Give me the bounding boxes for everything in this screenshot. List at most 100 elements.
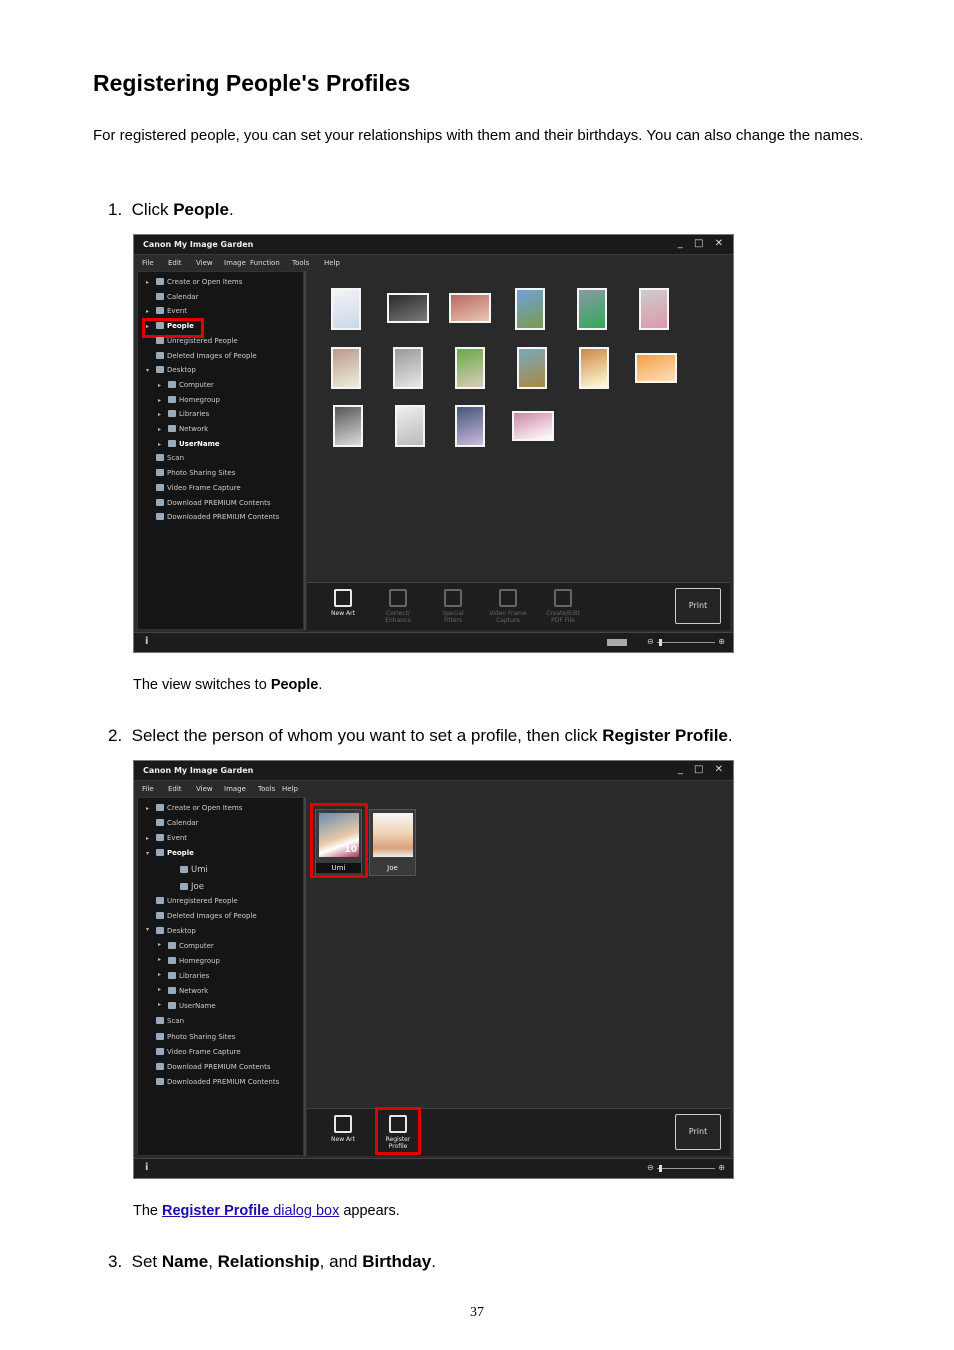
sidebar-item-download-premium-contents[interactable]: Download PREMIUM Contents	[156, 498, 271, 507]
sidebar-item-username[interactable]: UserName	[168, 1002, 216, 1010]
sidebar-item-scan[interactable]: Scan	[156, 454, 184, 462]
expand-arrow-icon[interactable]: ▸	[158, 397, 161, 404]
menu-item-view[interactable]: View	[196, 259, 213, 267]
photo-thumbnail[interactable]	[635, 353, 677, 383]
expand-arrow-icon[interactable]: ▸	[158, 411, 161, 418]
expand-arrow-icon[interactable]: ▸	[158, 956, 161, 963]
menu-item-tools[interactable]: Tools	[292, 259, 309, 267]
sidebar-item-computer[interactable]: Computer	[168, 380, 214, 389]
expand-arrow-icon[interactable]: ▸	[158, 941, 161, 948]
menu-item-edit[interactable]: Edit	[168, 259, 182, 267]
photo-thumbnail[interactable]	[331, 347, 361, 389]
menu-item-function[interactable]: Function	[250, 259, 280, 267]
photo-thumbnail[interactable]	[331, 288, 361, 330]
sidebar-item-deleted-images-of-people[interactable]: Deleted Images of People	[156, 911, 257, 920]
sidebar-item-homegroup[interactable]: Homegroup	[168, 957, 220, 965]
menu-item-file[interactable]: File	[142, 259, 154, 267]
photo-thumbnail[interactable]	[577, 288, 607, 330]
sidebar-item-homegroup[interactable]: Homegroup	[168, 395, 220, 404]
register-profile-dialog-link[interactable]: Register Profile dialog box	[162, 1203, 339, 1219]
splitter[interactable]	[304, 271, 306, 630]
expand-arrow-icon[interactable]: ▸	[146, 805, 149, 812]
sidebar-item-network[interactable]: Network	[168, 987, 208, 995]
expand-arrow-icon[interactable]: ▸	[146, 308, 149, 315]
sidebar-item-unregistered-people[interactable]: Unregistered People	[156, 896, 238, 905]
menu-item-image[interactable]: Image	[224, 259, 246, 267]
photo-thumbnail[interactable]	[333, 405, 363, 447]
sidebar-item-people[interactable]: People	[156, 849, 194, 857]
sidebar-item-libraries[interactable]: Libraries	[168, 410, 209, 418]
sidebar-item-create-or-open-items[interactable]: Create or Open Items	[156, 804, 242, 812]
photo-thumbnail[interactable]	[455, 347, 485, 389]
expand-arrow-icon[interactable]: ▾	[146, 367, 149, 374]
expand-arrow-icon[interactable]: ▸	[158, 986, 161, 993]
sidebar-item-desktop[interactable]: Desktop	[156, 926, 196, 935]
menu-item-file[interactable]: File	[142, 785, 154, 793]
zoom-slider[interactable]: ⊖ ⊕	[647, 637, 725, 648]
zoom-in-icon[interactable]: ⊕	[718, 637, 725, 646]
sidebar-item-download-premium-contents[interactable]: Download PREMIUM Contents	[156, 1062, 271, 1071]
menu-item-help[interactable]: Help	[324, 259, 340, 267]
sidebar-item-video-frame-capture[interactable]: Video Frame Capture	[156, 483, 241, 492]
photo-thumbnail[interactable]	[395, 405, 425, 447]
sidebar-item-deleted-images-of-people[interactable]: Deleted Images of People	[156, 351, 257, 360]
menu-item-view[interactable]: View	[196, 785, 213, 793]
sidebar-item-desktop[interactable]: Desktop	[156, 366, 196, 374]
sidebar-item-computer[interactable]: Computer	[168, 941, 214, 950]
info-icon[interactable]: i	[145, 636, 148, 647]
sidebar-item-event[interactable]: Event	[156, 307, 187, 315]
person-tile-joe[interactable]: Joe	[369, 809, 416, 876]
expand-arrow-icon[interactable]: ▸	[158, 426, 161, 433]
sidebar-item-calendar[interactable]: Calendar	[156, 292, 198, 301]
zoom-in-icon[interactable]: ⊕	[718, 1163, 725, 1172]
photo-thumbnail[interactable]	[579, 347, 609, 389]
expand-arrow-icon[interactable]: ▸	[158, 1001, 161, 1008]
expand-arrow-icon[interactable]: ▾	[146, 926, 149, 933]
sidebar-item-video-frame-capture[interactable]: Video Frame Capture	[156, 1047, 241, 1056]
expand-arrow-icon[interactable]: ▸	[158, 441, 161, 448]
sidebar-item-umi[interactable]: Umi	[180, 865, 208, 875]
photo-thumbnail[interactable]	[639, 288, 669, 330]
menu-item-image[interactable]: Image	[224, 785, 246, 793]
sidebar-item-photo-sharing-sites[interactable]: Photo Sharing Sites	[156, 1032, 235, 1041]
view-mode-icon[interactable]	[607, 639, 627, 646]
sidebar-item-downloaded-premium-contents[interactable]: Downloaded PREMIUM Contents	[156, 513, 279, 521]
slider-handle[interactable]	[659, 639, 662, 646]
slider-handle[interactable]	[659, 1165, 662, 1172]
photo-thumbnail[interactable]	[512, 411, 554, 441]
sidebar-item-joe[interactable]: Joe	[180, 882, 204, 892]
photo-thumbnail[interactable]	[517, 347, 547, 389]
sidebar-item-event[interactable]: Event	[156, 834, 187, 842]
sidebar-item-scan[interactable]: Scan	[156, 1017, 184, 1025]
expand-arrow-icon[interactable]: ▸	[158, 382, 161, 389]
photo-thumbnail[interactable]	[455, 405, 485, 447]
sidebar-item-libraries[interactable]: Libraries	[168, 972, 209, 980]
toolbar-button-new-art[interactable]: New Art	[321, 1115, 365, 1143]
menu-item-tools[interactable]: Tools	[258, 785, 275, 793]
sidebar-item-downloaded-premium-contents[interactable]: Downloaded PREMIUM Contents	[156, 1077, 279, 1086]
menu-item-edit[interactable]: Edit	[168, 785, 182, 793]
expand-arrow-icon[interactable]: ▸	[158, 971, 161, 978]
expand-arrow-icon[interactable]: ▸	[146, 835, 149, 842]
sidebar-item-photo-sharing-sites[interactable]: Photo Sharing Sites	[156, 469, 235, 477]
photo-thumbnail[interactable]	[515, 288, 545, 330]
info-icon[interactable]: i	[145, 1162, 148, 1173]
sidebar-item-unregistered-people[interactable]: Unregistered People	[156, 336, 238, 345]
sidebar-item-network[interactable]: Network	[168, 425, 208, 433]
photo-thumbnail[interactable]	[393, 347, 423, 389]
photo-thumbnail[interactable]	[449, 293, 491, 323]
toolbar-button-new-art[interactable]: New Art	[321, 589, 365, 617]
print-button[interactable]: Print	[675, 1114, 721, 1150]
window-controls[interactable]: _ □ ✕	[678, 238, 727, 249]
window-controls[interactable]: _ □ ✕	[678, 764, 727, 775]
splitter[interactable]	[304, 797, 306, 1156]
sidebar-item-calendar[interactable]: Calendar	[156, 819, 198, 827]
sidebar-item-username[interactable]: UserName	[168, 439, 220, 448]
photo-thumbnail[interactable]	[387, 293, 429, 323]
expand-arrow-icon[interactable]: ▾	[146, 850, 149, 857]
zoom-out-icon[interactable]: ⊖	[647, 637, 654, 646]
zoom-out-icon[interactable]: ⊖	[647, 1163, 654, 1172]
zoom-slider[interactable]: ⊖ ⊕	[647, 1163, 725, 1174]
print-button[interactable]: Print	[675, 588, 721, 624]
menu-item-help[interactable]: Help	[282, 785, 298, 793]
